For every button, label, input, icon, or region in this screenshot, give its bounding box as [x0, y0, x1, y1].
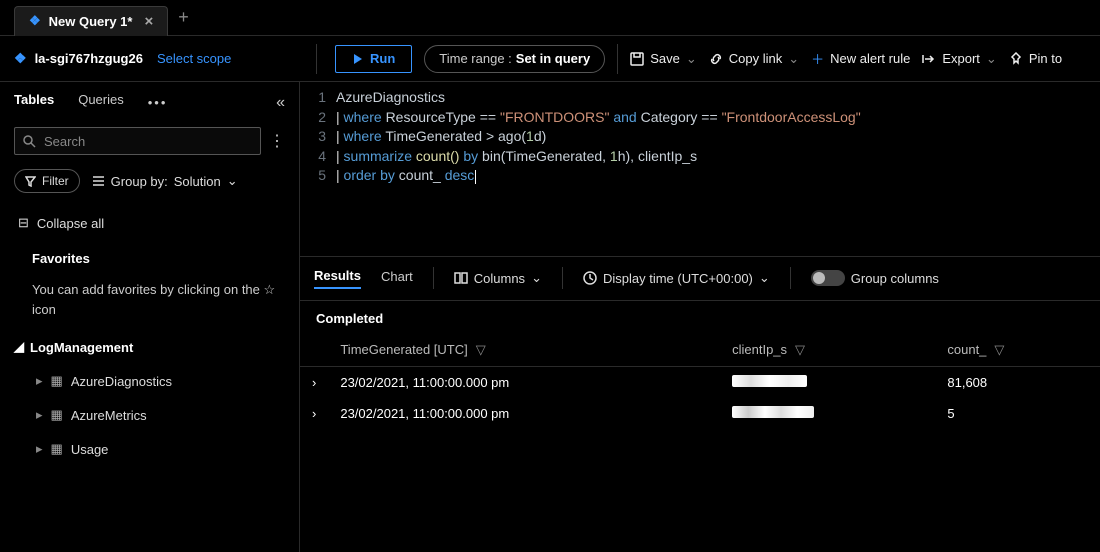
tab-bar: ❖ New Query 1* × + — [0, 0, 1100, 36]
status-label: Completed — [300, 301, 1100, 334]
caret-right-icon: ▸ — [36, 373, 43, 389]
favorites-hint: You can add favorites by clicking on the… — [14, 280, 285, 319]
clock-icon — [583, 271, 597, 285]
chevron-down-icon: ⌄ — [759, 270, 770, 286]
cell-clientip — [720, 366, 935, 398]
logs-icon: ❖ — [29, 13, 41, 29]
pin-button[interactable]: Pin to — [1009, 51, 1062, 66]
display-time-dropdown[interactable]: Display time (UTC+00:00) ⌄ — [583, 270, 770, 286]
chevron-down-icon: ⌄ — [227, 173, 238, 189]
pin-icon — [1009, 52, 1023, 66]
workspace-name[interactable]: ❖ la-sgi767hzgug26 — [14, 50, 143, 67]
export-button[interactable]: Export ⌄ — [922, 51, 996, 67]
columns-icon — [454, 271, 468, 285]
cell-clientip — [720, 398, 935, 429]
columns-button[interactable]: Columns ⌄ — [454, 270, 542, 286]
link-icon — [709, 52, 723, 66]
toggle-switch[interactable] — [811, 270, 845, 286]
select-scope-link[interactable]: Select scope — [157, 51, 231, 66]
tree-item-usage[interactable]: ▸ ▦ Usage — [14, 441, 285, 457]
tab-tables[interactable]: Tables — [14, 92, 54, 113]
expand-row-icon[interactable]: › — [300, 366, 328, 398]
tab-chart[interactable]: Chart — [381, 269, 413, 288]
search-more-icon[interactable]: ⋮ — [269, 131, 285, 151]
group-by-dropdown[interactable]: Group by: Solution ⌄ — [92, 173, 238, 189]
results-toolbar: Results Chart Columns ⌄ Display time (UT… — [300, 257, 1100, 301]
col-header-clientip[interactable]: clientIp_s▽ — [720, 334, 935, 367]
chevron-down-icon: ⌄ — [986, 51, 997, 67]
filter-icon[interactable]: ▽ — [476, 342, 486, 357]
results-table: TimeGenerated [UTC]▽ clientIp_s▽ count_▽… — [300, 334, 1100, 429]
code-content: AzureDiagnostics | where ResourceType ==… — [336, 88, 1100, 186]
line-gutter: 1 2 3 4 5 — [300, 88, 336, 186]
tree-item-azurediagnostics[interactable]: ▸ ▦ AzureDiagnostics — [14, 373, 285, 389]
more-button[interactable]: ••• — [148, 95, 168, 110]
table-icon: ▦ — [51, 373, 63, 389]
favorites-heading: Favorites — [14, 251, 285, 266]
workspace-icon: ❖ — [14, 50, 27, 67]
tree-item-azuremetrics[interactable]: ▸ ▦ AzureMetrics — [14, 407, 285, 423]
collapse-all-button[interactable]: ⊟ Collapse all — [14, 215, 285, 231]
copy-link-button[interactable]: Copy link ⌄ — [709, 51, 799, 67]
filter-button[interactable]: Filter — [14, 169, 80, 193]
filter-icon[interactable]: ▽ — [994, 342, 1004, 357]
search-icon — [23, 135, 36, 148]
expand-row-icon[interactable]: › — [300, 398, 328, 429]
cell-count: 5 — [935, 398, 1100, 429]
collapse-sidebar-icon[interactable]: « — [276, 94, 285, 112]
new-tab-button[interactable]: + — [178, 7, 189, 28]
tab-results[interactable]: Results — [314, 268, 361, 289]
query-tab[interactable]: ❖ New Query 1* × — [14, 6, 168, 36]
group-icon — [92, 175, 105, 188]
chevron-down-icon: ⌄ — [686, 51, 697, 67]
time-range-button[interactable]: Time range : Set in query — [424, 45, 605, 73]
sidebar: Tables Queries ••• « Search ⋮ Filter Gro… — [0, 82, 300, 552]
main: Tables Queries ••• « Search ⋮ Filter Gro… — [0, 82, 1100, 552]
col-header-time[interactable]: TimeGenerated [UTC]▽ — [328, 334, 720, 367]
collapse-icon: ⊟ — [18, 215, 29, 231]
col-header-count[interactable]: count_▽ — [935, 334, 1100, 367]
table-row[interactable]: › 23/02/2021, 11:00:00.000 pm 81,608 — [300, 366, 1100, 398]
divider — [316, 44, 317, 74]
new-alert-button[interactable]: ＋ New alert rule — [811, 49, 910, 68]
redacted-value — [732, 406, 814, 418]
chevron-down-icon: ⌄ — [788, 51, 799, 67]
caret-right-icon: ▸ — [36, 441, 43, 457]
table-icon: ▦ — [51, 441, 63, 457]
play-icon — [352, 53, 364, 65]
save-button[interactable]: Save ⌄ — [630, 51, 697, 67]
tab-queries[interactable]: Queries — [78, 92, 124, 113]
filter-icon — [25, 176, 36, 187]
cell-time: 23/02/2021, 11:00:00.000 pm — [328, 398, 720, 429]
filter-icon[interactable]: ▽ — [795, 342, 805, 357]
table-row[interactable]: › 23/02/2021, 11:00:00.000 pm 5 — [300, 398, 1100, 429]
search-input[interactable]: Search — [14, 127, 261, 155]
cell-count: 81,608 — [935, 366, 1100, 398]
cell-time: 23/02/2021, 11:00:00.000 pm — [328, 366, 720, 398]
group-columns-toggle[interactable]: Group columns — [811, 270, 939, 286]
save-icon — [630, 52, 644, 66]
editor-pane: 1 2 3 4 5 AzureDiagnostics | where Resou… — [300, 82, 1100, 552]
query-editor[interactable]: 1 2 3 4 5 AzureDiagnostics | where Resou… — [300, 82, 1100, 257]
tab-title: New Query 1* — [49, 14, 133, 29]
caret-right-icon: ▸ — [36, 407, 43, 423]
table-icon: ▦ — [51, 407, 63, 423]
export-icon — [922, 52, 936, 66]
cursor — [475, 170, 476, 184]
plus-icon: ＋ — [811, 49, 824, 68]
redacted-value — [732, 375, 807, 387]
divider — [617, 44, 618, 74]
toolbar: ❖ la-sgi767hzgug26 Select scope Run Time… — [0, 36, 1100, 82]
run-button[interactable]: Run — [335, 45, 412, 73]
tree-group-logmanagement[interactable]: ◢ LogManagement — [14, 339, 285, 355]
close-icon[interactable]: × — [144, 13, 153, 30]
caret-down-icon: ◢ — [14, 339, 24, 355]
chevron-down-icon: ⌄ — [531, 270, 542, 286]
